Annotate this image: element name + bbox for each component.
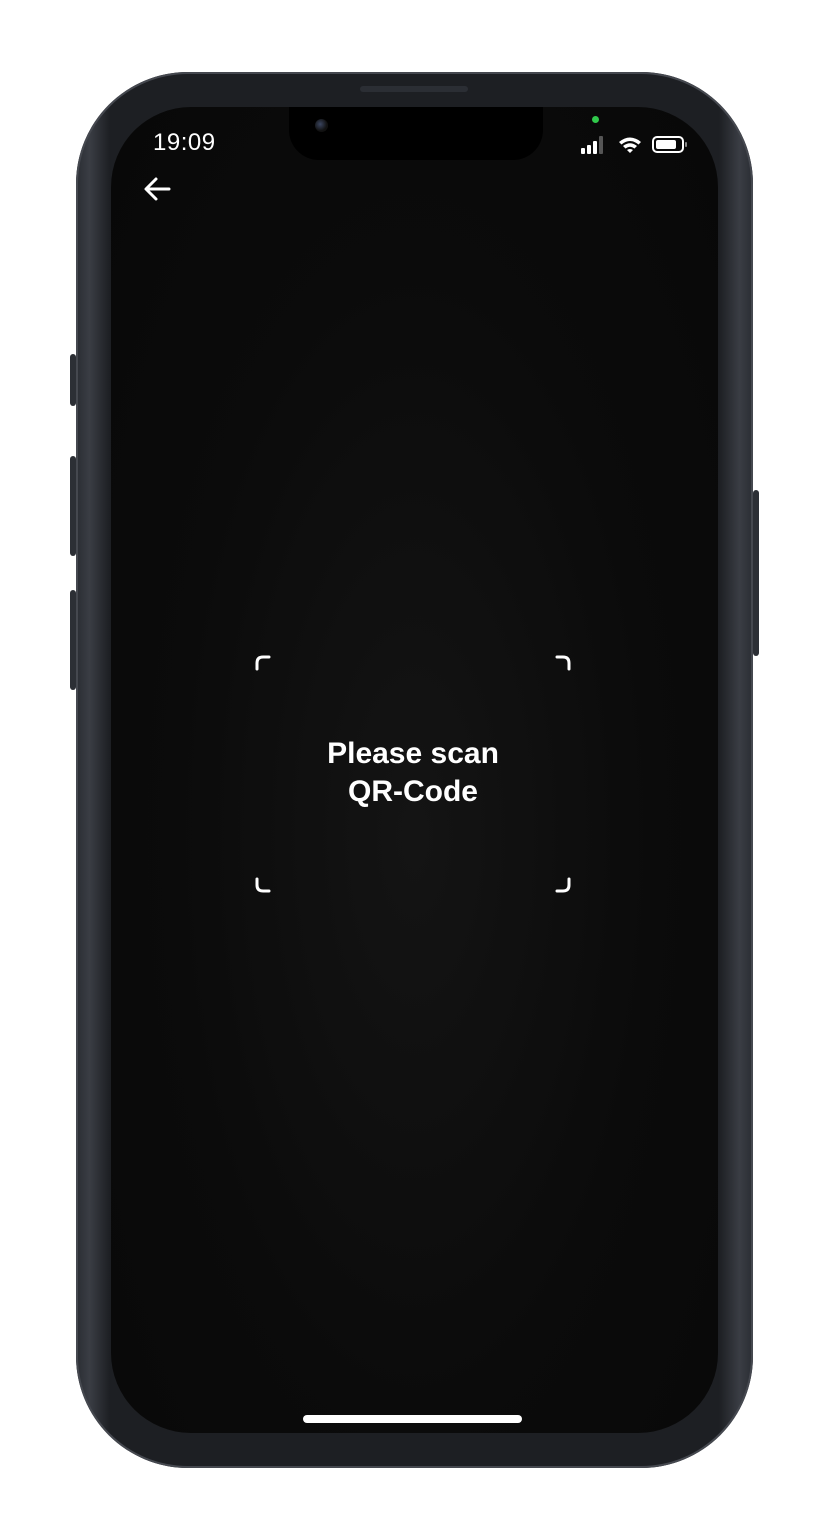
- status-time: 19:09: [153, 129, 216, 156]
- volume-up-button: [70, 456, 76, 556]
- privacy-indicator-dot: [592, 116, 599, 123]
- dynamic-island: [289, 107, 543, 160]
- scan-frame-corner-top-right: [555, 655, 571, 671]
- scan-frame-corner-bottom-left: [255, 877, 271, 893]
- wifi-icon: [619, 137, 641, 153]
- scan-frame-corner-bottom-right: [555, 877, 571, 893]
- home-indicator[interactable]: [303, 1415, 522, 1423]
- back-button[interactable]: [139, 171, 175, 207]
- earpiece-speaker: [360, 86, 468, 92]
- scan-prompt: Please scan QR-Code: [261, 735, 565, 811]
- scan-prompt-line1: Please scan: [327, 737, 499, 770]
- scan-frame-corner-top-left: [255, 655, 271, 671]
- battery-icon: [652, 136, 687, 153]
- app-screen: 19:09 Please scan QR-Code: [111, 107, 718, 1433]
- silent-switch: [70, 354, 76, 406]
- arrow-left-icon: [144, 177, 171, 201]
- cellular-signal-icon: [581, 136, 603, 154]
- front-camera: [315, 119, 328, 132]
- volume-down-button: [70, 590, 76, 690]
- power-button: [753, 490, 759, 656]
- status-icons: [581, 136, 687, 154]
- scan-prompt-line2: QR-Code: [348, 775, 478, 808]
